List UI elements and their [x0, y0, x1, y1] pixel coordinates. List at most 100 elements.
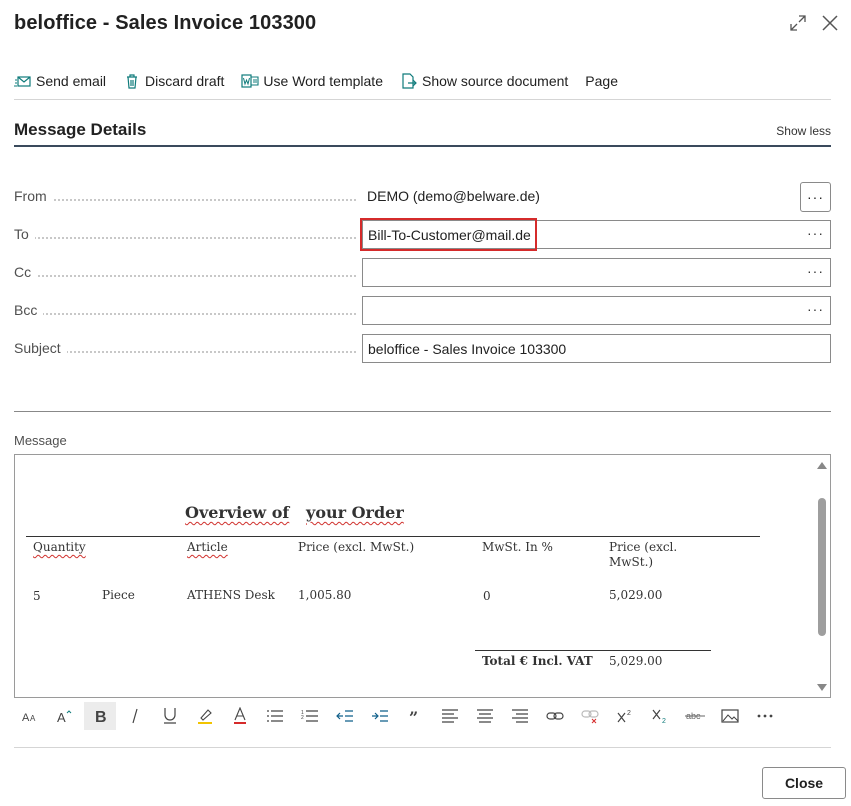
from-row: From DEMO (demo@belware.de) ···	[14, 182, 831, 212]
heading-part2: your Order	[306, 503, 404, 522]
cc-field[interactable]: ···	[362, 258, 831, 287]
show-source-document-label: Show source document	[421, 73, 569, 89]
bcc-field[interactable]: ···	[362, 296, 831, 325]
from-label: From	[14, 188, 53, 204]
subscript-icon[interactable]: 2	[644, 702, 676, 730]
send-email-label: Send email	[36, 73, 107, 89]
formatting-toolbar: AA A B 12 ” 2 2 abc	[14, 702, 784, 730]
total-rule	[475, 650, 711, 651]
image-icon[interactable]	[714, 702, 746, 730]
message-editor[interactable]: Overview of your Order Quantity Article …	[14, 454, 831, 698]
bullet-list-icon[interactable]	[259, 702, 291, 730]
toolbar-divider	[14, 99, 831, 100]
close-icon[interactable]	[819, 12, 841, 34]
col-quantity: Quantity	[33, 540, 86, 554]
editor-scrollbar[interactable]	[814, 455, 830, 697]
row-price: 1,005.80	[298, 588, 352, 602]
subject-value: beloffice - Sales Invoice 103300	[368, 341, 567, 357]
show-less-link[interactable]: Show less	[776, 124, 831, 138]
cc-row: Cc ···	[14, 258, 831, 288]
scroll-up-icon[interactable]	[817, 462, 827, 469]
total-label: Total € Incl. VAT	[482, 654, 593, 668]
align-center-icon[interactable]	[469, 702, 501, 730]
outdent-icon[interactable]	[329, 702, 361, 730]
cc-more-button[interactable]: ···	[807, 263, 824, 279]
col-price: Price (excl. MwSt.)	[298, 540, 415, 554]
total-value: 5,029.00	[609, 654, 663, 668]
to-field[interactable]: Bill-To-Customer@mail.de ···	[362, 220, 831, 249]
align-right-icon[interactable]	[504, 702, 536, 730]
numbered-list-icon[interactable]: 12	[294, 702, 326, 730]
discard-draft-button[interactable]: Discard draft	[123, 66, 224, 96]
fields-divider	[14, 411, 831, 412]
subject-label: Subject	[14, 340, 67, 356]
from-more-button[interactable]: ···	[800, 182, 831, 212]
word-template-icon	[241, 72, 259, 90]
indent-icon[interactable]	[364, 702, 396, 730]
align-left-icon[interactable]	[434, 702, 466, 730]
source-document-icon	[400, 72, 418, 90]
scroll-thumb[interactable]	[818, 498, 826, 636]
font-size-icon[interactable]: AA	[14, 702, 46, 730]
more-icon[interactable]	[749, 702, 781, 730]
order-heading: Overview of your Order	[185, 503, 404, 522]
svg-text:A: A	[30, 714, 36, 723]
action-toolbar: Send email Discard draft Use Word templa…	[14, 66, 635, 96]
to-more-button[interactable]: ···	[807, 225, 824, 241]
from-dots	[14, 199, 356, 201]
to-dots	[14, 237, 356, 239]
col-total-price: Price (excl. MwSt.)	[609, 540, 678, 569]
cc-dots	[14, 275, 356, 277]
send-email-icon	[14, 72, 32, 90]
unlink-icon[interactable]	[574, 702, 606, 730]
font-color-icon[interactable]	[224, 702, 256, 730]
section-title: Message Details	[14, 120, 147, 139]
trash-icon	[123, 72, 141, 90]
bcc-label: Bcc	[14, 302, 44, 318]
link-icon[interactable]	[539, 702, 571, 730]
page-menu-button[interactable]: Page	[585, 66, 618, 96]
from-value: DEMO (demo@belware.de)	[367, 188, 540, 204]
quote-icon[interactable]: ”	[399, 702, 431, 730]
to-row: To Bill-To-Customer@mail.de ···	[14, 218, 831, 251]
bcc-more-button[interactable]: ···	[807, 301, 824, 317]
page-title: beloffice - Sales Invoice 103300	[14, 12, 317, 34]
svg-text:B: B	[95, 709, 107, 724]
section-rule	[14, 145, 831, 147]
underline-icon[interactable]	[154, 702, 186, 730]
svg-text:A: A	[57, 710, 66, 724]
svg-text:2: 2	[662, 718, 666, 724]
bcc-dots	[14, 313, 356, 315]
italic-icon[interactable]	[119, 702, 151, 730]
header-rule	[26, 536, 760, 537]
page-menu-label: Page	[585, 73, 618, 89]
message-label: Message	[14, 433, 67, 448]
to-value: Bill-To-Customer@mail.de	[368, 227, 531, 243]
close-button[interactable]: Close	[762, 767, 846, 799]
use-word-template-label: Use Word template	[263, 73, 383, 89]
discard-draft-label: Discard draft	[145, 73, 225, 89]
superscript-icon[interactable]: 2	[609, 702, 641, 730]
subject-row: Subject beloffice - Sales Invoice 103300	[14, 334, 831, 364]
bold-icon[interactable]: B	[84, 702, 116, 730]
svg-text:A: A	[22, 712, 30, 724]
font-grow-icon[interactable]: A	[49, 702, 81, 730]
svg-text:2: 2	[301, 715, 304, 721]
scroll-down-icon[interactable]	[817, 684, 827, 691]
use-word-template-button[interactable]: Use Word template	[241, 66, 383, 96]
row-quantity: 5	[33, 589, 41, 603]
expand-icon[interactable]	[787, 12, 809, 34]
row-vat: 0	[483, 589, 491, 603]
footer-divider	[14, 747, 831, 748]
col-article: Article	[187, 540, 228, 554]
strikethrough-icon[interactable]: abc	[679, 702, 711, 730]
highlight-icon[interactable]	[189, 702, 221, 730]
heading-part1: Overview of	[185, 503, 290, 522]
row-unit: Piece	[102, 588, 135, 602]
subject-field[interactable]: beloffice - Sales Invoice 103300	[362, 334, 831, 363]
send-email-button[interactable]: Send email	[14, 66, 106, 96]
svg-text:2: 2	[627, 710, 631, 717]
row-total: 5,029.00	[609, 588, 663, 602]
row-article: ATHENS Desk	[187, 588, 275, 602]
show-source-document-button[interactable]: Show source document	[400, 66, 568, 96]
